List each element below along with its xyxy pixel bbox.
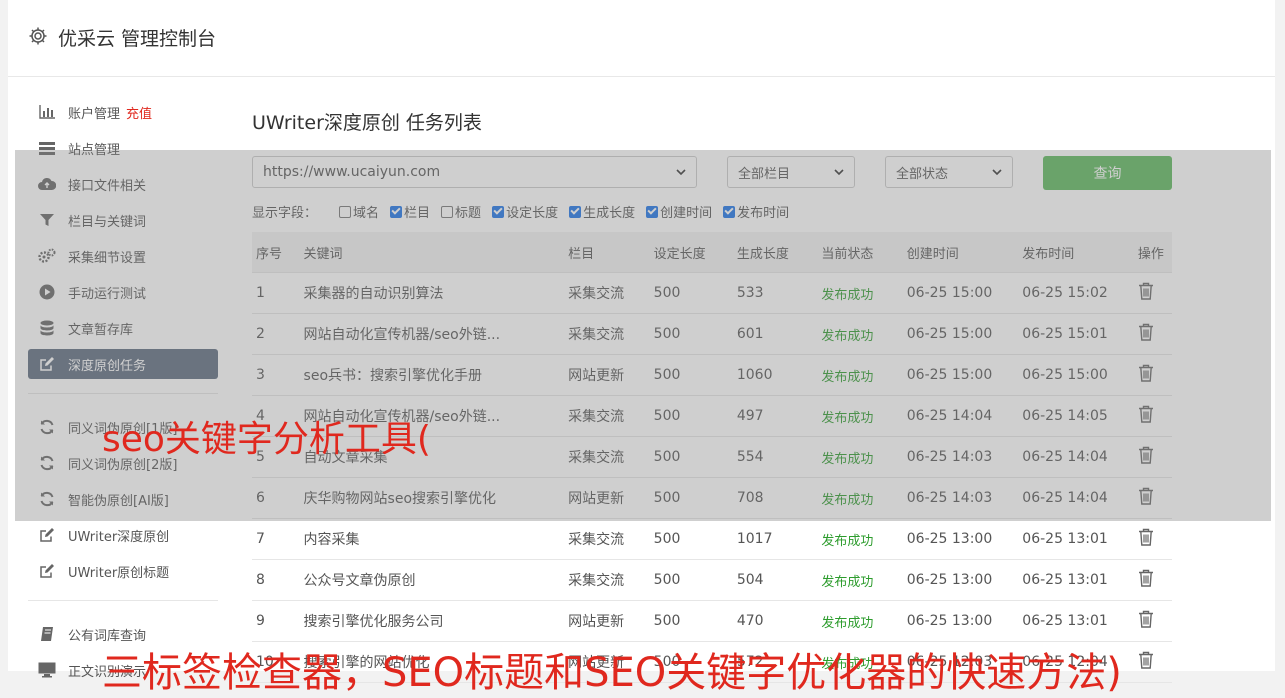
table-cell: 470 [735,600,821,642]
sidebar-item-label: UWriter深度原创 [68,529,170,545]
table-cell: 504 [735,559,821,601]
table-cell: 8 [252,559,303,601]
trash-icon[interactable] [1138,610,1154,628]
actions-cell [1136,600,1172,642]
table-cell: 06-25 13:01 [1021,600,1137,642]
table-cell: 采集交流 [567,559,653,601]
table-cell: 网站更新 [567,600,653,642]
actions-cell [1136,559,1172,601]
page-title: UWriter深度原创 任务列表 [252,112,482,134]
recharge-link[interactable]: 充值 [126,103,152,122]
table-cell: 500 [652,559,736,601]
table-row: 8 公众号文章伪原创 采集交流 500 504 发布成功 06-25 13:00 06-25 … [252,559,1172,601]
table-cell: 06-25 13:00 [905,518,1022,560]
edit-icon [38,562,56,580]
table-cell: 500 [652,518,736,560]
table-cell: 500 [652,600,736,642]
status-cell: 发布成功 [820,518,906,560]
table-cell: 1017 [735,518,821,560]
status-badge: 发布成功 [821,615,874,631]
sidebar-item-account[interactable]: 账户管理 充值 [28,97,218,127]
actions-cell [1136,641,1172,683]
table-cell: 采集交流 [567,518,653,560]
table-cell: 06-25 13:00 [905,600,1022,642]
table-cell: 内容采集 [302,518,568,560]
gear-icon [29,27,47,45]
overlay-caption-bottom: 三标签检查器，SEO标题和SEO关键字优化器的快速方法) [102,650,1122,696]
table-cell: 搜索引擎优化服务公司 [302,600,568,642]
status-cell: 发布成功 [820,559,906,601]
overlay-banner [15,150,1271,521]
table-row: 7 内容采集 采集交流 500 1017 发布成功 06-25 13:00 06-25 13:… [252,518,1172,560]
book-icon [38,625,56,643]
table-cell: 9 [252,600,303,642]
status-badge: 发布成功 [821,574,874,590]
bar-chart-icon [38,103,56,121]
edit-icon [38,526,56,544]
trash-icon[interactable] [1138,651,1154,669]
top-header: 优采云 管理控制台 [8,0,1275,77]
trash-icon[interactable] [1138,528,1154,546]
table-cell: 7 [252,518,303,560]
sidebar-item-label: 账户管理 [68,106,121,122]
app-title: 优采云 管理控制台 [58,28,217,50]
status-cell: 发布成功 [820,600,906,642]
sidebar-item-uwriter-original[interactable]: UWriter深度原创 [28,520,218,550]
table-cell: 06-25 13:00 [905,559,1022,601]
table-cell: 公众号文章伪原创 [302,559,568,601]
status-badge: 发布成功 [821,533,874,549]
overlay-caption: seo关键字分析工具( [102,419,431,460]
sidebar-item-label: UWriter原创标题 [68,565,170,581]
table-cell: 06-25 13:01 [1021,518,1137,560]
sidebar-divider [28,600,218,601]
sidebar-item-uwriter-title[interactable]: UWriter原创标题 [28,556,218,586]
trash-icon[interactable] [1138,569,1154,587]
table-cell: 06-25 13:01 [1021,559,1137,601]
actions-cell [1136,518,1172,560]
table-row: 9 搜索引擎优化服务公司 网站更新 500 470 发布成功 06-25 13:00 06-2… [252,600,1172,642]
monitor-icon [38,661,56,679]
